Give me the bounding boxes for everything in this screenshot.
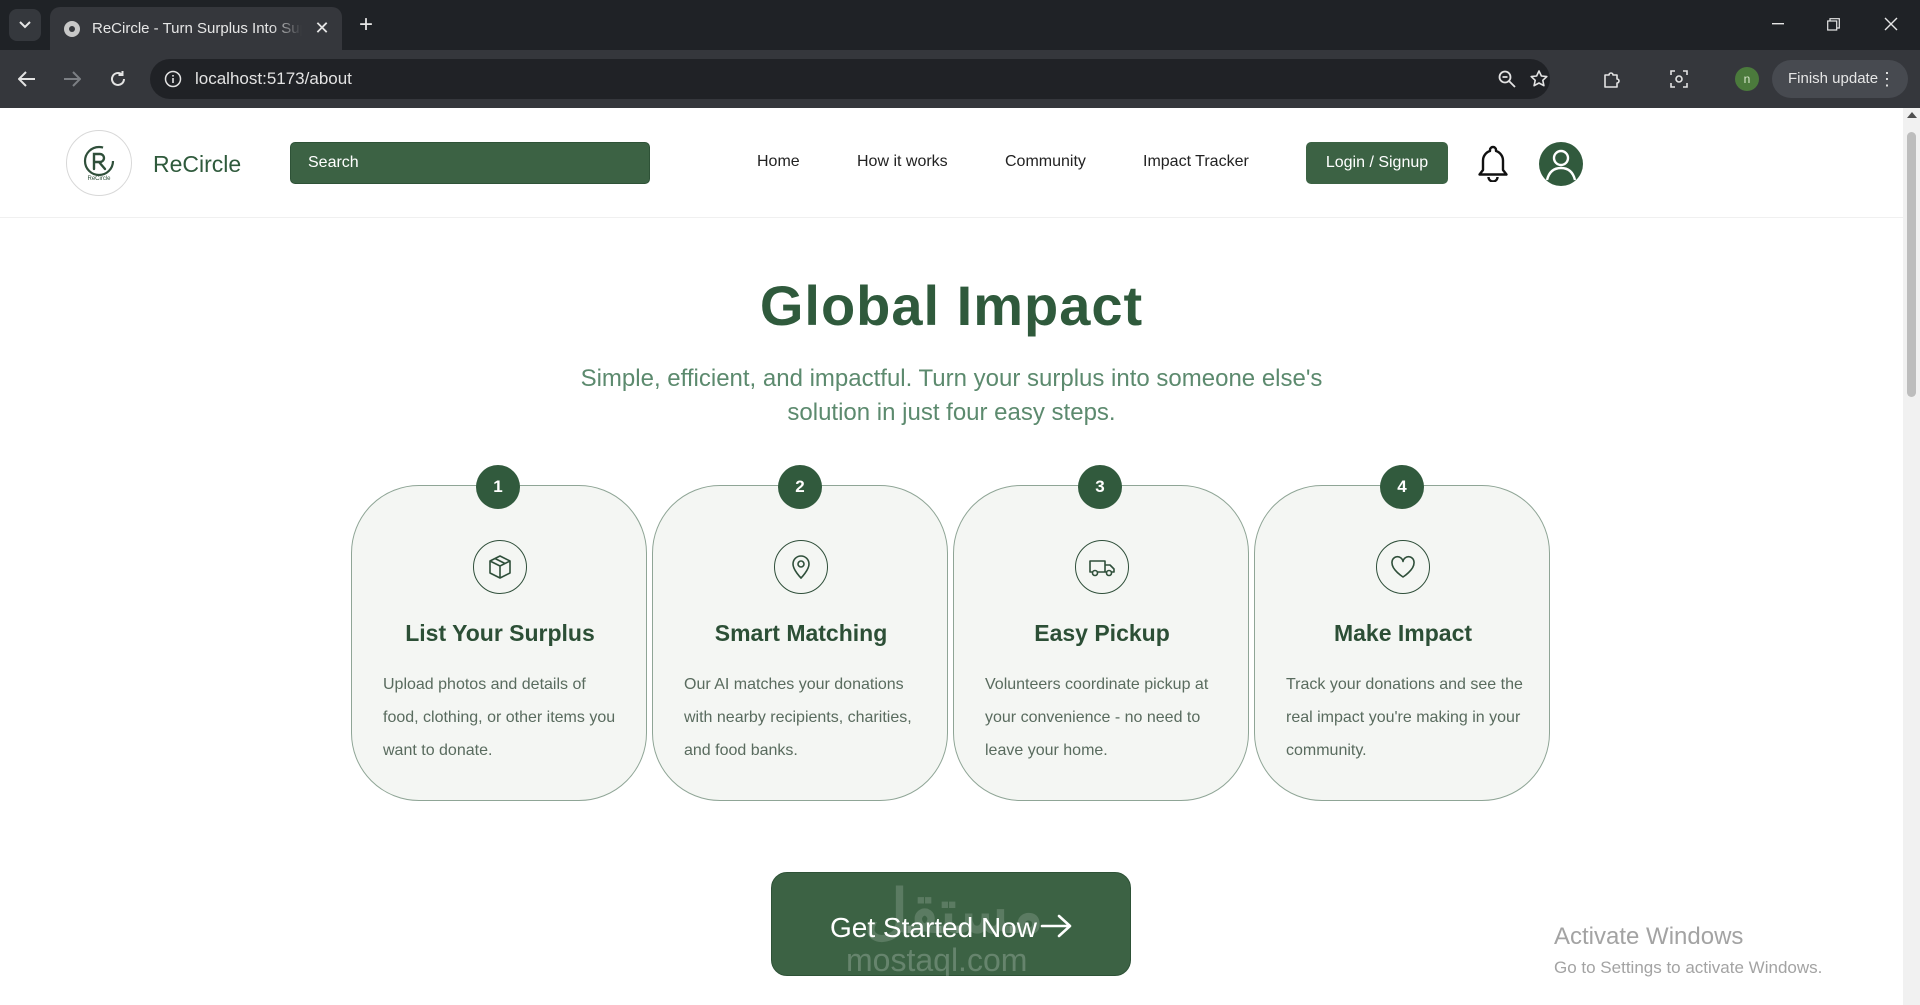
bell-icon[interactable]	[1475, 144, 1511, 182]
step-card-list-surplus: List Your Surplus Upload photos and deta…	[351, 485, 647, 801]
step-number-badge: 1	[476, 465, 520, 509]
nav-home[interactable]: Home	[757, 153, 800, 171]
nav-how-it-works[interactable]: How it works	[857, 153, 948, 171]
finish-update-label: Finish update	[1788, 70, 1879, 87]
arrow-right-icon	[1040, 914, 1072, 938]
zoom-icon[interactable]	[1498, 70, 1516, 88]
step-card-easy-pickup: Easy Pickup Volunteers coordinate pickup…	[953, 485, 1249, 801]
user-icon	[1545, 149, 1577, 181]
close-icon	[1884, 17, 1898, 31]
user-avatar[interactable]	[1539, 142, 1583, 186]
step-title: Easy Pickup	[1034, 620, 1170, 646]
close-tab-icon[interactable]: ✕	[312, 18, 332, 39]
minimize-button[interactable]	[1754, 8, 1802, 40]
get-started-button[interactable]: مستقل Get Started Now mostaql.com	[771, 872, 1131, 978]
restore-button[interactable]	[1809, 8, 1857, 40]
restore-icon	[1826, 17, 1840, 31]
browser-tab-bar: ReCircle - Turn Surplus Into Supplies ✕ …	[0, 0, 1920, 50]
chevron-down-icon	[19, 21, 31, 29]
close-window-button[interactable]	[1867, 8, 1915, 40]
arrow-left-icon	[18, 71, 35, 87]
reload-button[interactable]	[102, 63, 134, 95]
nav-impact-tracker[interactable]: Impact Tracker	[1143, 153, 1249, 171]
recircle-logo-icon	[83, 145, 115, 177]
scroll-up-icon[interactable]	[1907, 112, 1917, 118]
activation-subtitle: Go to Settings to activate Windows.	[1554, 958, 1823, 977]
step-number-badge: 2	[778, 465, 822, 509]
reload-icon	[111, 71, 125, 86]
screenshot-button[interactable]	[1663, 63, 1695, 95]
logo[interactable]: ReCircle	[66, 130, 132, 196]
page-subtitle: Simple, efficient, and impactful. Turn y…	[580, 365, 1323, 426]
watermark-latin: mostaql.com	[846, 942, 1028, 978]
minimize-icon	[1772, 23, 1784, 25]
scroll-thumb[interactable]	[1907, 132, 1916, 397]
step-card-smart-matching: Smart Matching Our AI matches your donat…	[652, 485, 948, 801]
address-bar[interactable]: localhost:5173/about	[150, 59, 1550, 99]
site-info-icon[interactable]	[164, 70, 182, 88]
site-header: ReCircle ReCircle Home How it works Comm…	[0, 108, 1903, 218]
browser-tab[interactable]: ReCircle - Turn Surplus Into Supplies ✕	[50, 7, 342, 50]
tab-title: ReCircle - Turn Surplus Into Supplies	[92, 20, 302, 37]
page-title: Global Impact	[759, 274, 1144, 337]
step-number-badge: 4	[1380, 465, 1424, 509]
url-text[interactable]: localhost:5173/about	[195, 59, 352, 99]
step-title: Make Impact	[1333, 620, 1473, 646]
step-description: Our AI matches your donations with nearb…	[684, 676, 912, 759]
get-started-label: Get Started Now	[830, 912, 1037, 943]
page-viewport: ReCircle ReCircle Home How it works Comm…	[0, 108, 1920, 1005]
step-card-make-impact: Make Impact Track your donations and see…	[1254, 485, 1550, 801]
map-pin-icon	[774, 540, 828, 594]
tab-list-button[interactable]	[9, 9, 41, 41]
new-tab-button[interactable]: +	[352, 11, 380, 39]
heart-icon	[1376, 540, 1430, 594]
arrow-right-icon	[64, 71, 81, 87]
extensions-button[interactable]	[1596, 63, 1628, 95]
step-description: Volunteers coordinate pickup at your con…	[985, 676, 1209, 759]
back-button[interactable]	[11, 63, 43, 95]
finish-update-button[interactable]: Finish update ⋮	[1772, 60, 1908, 98]
step-title: List Your Surplus	[405, 620, 595, 646]
camera-icon	[1670, 70, 1688, 88]
login-signup-button[interactable]: Login / Signup	[1306, 142, 1448, 184]
bookmark-star-icon[interactable]	[1529, 69, 1549, 89]
logo-text: ReCircle	[87, 176, 111, 182]
step-number-badge: 3	[1078, 465, 1122, 509]
brand-name[interactable]: ReCircle	[153, 151, 241, 178]
windows-activation-notice: Activate Windows Go to Settings to activ…	[1554, 923, 1822, 978]
search-input[interactable]	[290, 142, 650, 184]
favicon-icon	[64, 20, 80, 37]
step-description: Upload photos and details of food, cloth…	[383, 676, 616, 759]
puzzle-icon	[1604, 72, 1620, 88]
browser-toolbar: localhost:5173/about n Finish update ⋮	[0, 50, 1920, 108]
step-title: Smart Matching	[714, 620, 888, 646]
page-scrollbar[interactable]	[1903, 108, 1920, 1005]
activation-title: Activate Windows	[1554, 923, 1744, 950]
truck-icon	[1075, 540, 1129, 594]
step-description: Track your donations and see the real im…	[1286, 676, 1523, 759]
profile-avatar[interactable]: n	[1735, 67, 1759, 91]
box-icon	[473, 540, 527, 594]
nav-community[interactable]: Community	[1005, 153, 1086, 171]
forward-button[interactable]	[56, 63, 88, 95]
more-options-icon[interactable]: ⋮	[1878, 60, 1896, 98]
